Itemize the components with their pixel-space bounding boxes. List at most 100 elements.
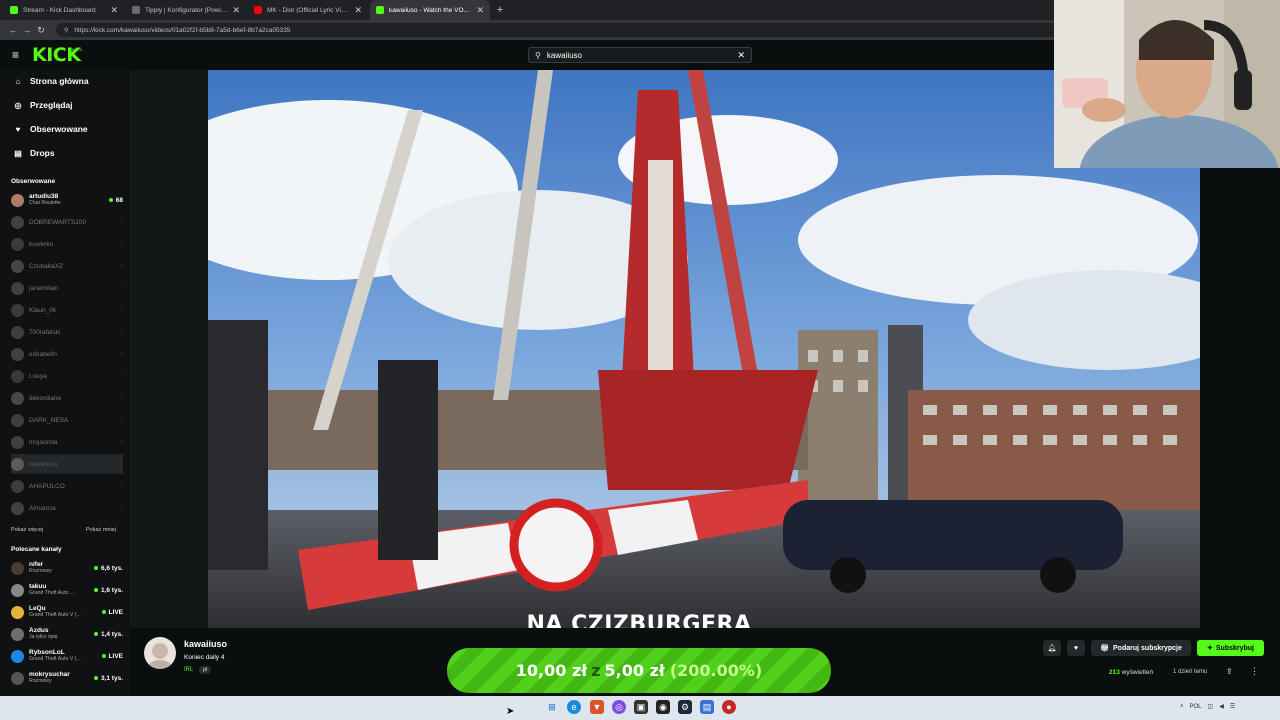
tab-favicon-icon — [254, 6, 262, 14]
share-icon[interactable]: ⇪ — [1226, 667, 1233, 676]
channel-name: Loeya — [29, 372, 47, 380]
followed-channel[interactable]: Loeya ◌ — [11, 366, 123, 386]
close-tab-icon[interactable]: ✕ — [110, 5, 118, 16]
search-input[interactable]: ⚲ kawaiiuso ✕ — [528, 47, 752, 63]
url-field[interactable]: ⚲ https://kick.com/kawaiiuso/videos/01a02… — [56, 23, 1096, 37]
offline-icon: ◌ — [119, 285, 123, 291]
sidebar-nav-item[interactable]: ▤ Drops — [12, 148, 54, 158]
network-icon[interactable]: ◫ — [1208, 703, 1214, 710]
channel-name: Aimancia — [29, 504, 56, 512]
recommended-channel[interactable]: RybsonLoL Grand Theft Auto V (... LIVE — [11, 646, 123, 666]
show-less-link[interactable]: Pokaż mniej — [86, 527, 116, 533]
followed-channel[interactable]: janemilian ◌ — [11, 278, 123, 298]
sidebar-nav-item[interactable]: ♥ Obserwowane — [12, 124, 88, 134]
browser-tab[interactable]: kawaiiuso - Watch the VOD o ✕ — [370, 0, 490, 20]
channel-avatar — [11, 369, 24, 383]
site-info-icon[interactable]: ⚲ — [64, 27, 68, 34]
language-indicator[interactable]: POL — [1190, 704, 1202, 710]
gift-subscriptions-button[interactable]: 🎁︎ Podaruj subskrypcje — [1091, 640, 1191, 656]
offline-indicator: ◌ — [119, 505, 123, 511]
channel-name: nifer — [29, 561, 44, 568]
chrome-icon[interactable]: ● — [722, 700, 736, 714]
channel-category: Rozmowy — [29, 678, 52, 684]
tab-title: Stream - Kick Dashboard — [23, 6, 96, 14]
channel-name: mokrysuchar — [29, 671, 70, 678]
channel-avatar — [11, 281, 24, 295]
followed-channel[interactable]: DOBREWARTS100 ◌ — [11, 212, 123, 232]
channel-name: artudiu38 — [29, 193, 59, 200]
close-tab-icon[interactable]: ✕ — [232, 5, 240, 16]
category-link[interactable]: IRL — [184, 667, 193, 673]
followed-channel[interactable]: kawaiiuso ◌ — [11, 454, 123, 474]
goal-separator: z — [591, 661, 601, 680]
follow-heart-icon[interactable]: ♥ — [1067, 640, 1085, 656]
followed-channel[interactable]: DARK_NESA ◌ — [11, 410, 123, 430]
followed-channel[interactable]: Klaun_0k ◌ — [11, 300, 123, 320]
obs-icon[interactable]: ◉ — [656, 700, 670, 714]
channel-name[interactable]: kawaiiuso — [184, 639, 227, 649]
live-dot-icon — [93, 588, 98, 592]
recommended-channel[interactable]: takuu Grand Theft Auto ... 1,6 tys. — [11, 580, 123, 600]
followed-channel[interactable]: CzubakaXZ ◌ — [11, 256, 123, 276]
channel-avatar — [11, 215, 24, 229]
channel-avatar[interactable] — [144, 637, 176, 669]
sidebar-nav-item[interactable]: ⌂ Strona główna — [12, 76, 89, 86]
new-tab-icon[interactable]: + — [492, 0, 508, 20]
offline-indicator: ◌ — [119, 373, 123, 379]
close-tab-icon[interactable]: ✕ — [476, 5, 484, 16]
channel-avatar — [11, 391, 24, 405]
bell-icon[interactable]: 🔔︎ — [1043, 640, 1061, 656]
chevron-up-icon[interactable]: ˄ — [1180, 704, 1184, 710]
back-icon[interactable]: ← — [6, 25, 20, 35]
browser-tab[interactable]: Tipply | Konfigurator (Powiadomi✕ — [126, 0, 246, 20]
notifications-icon[interactable]: ☰ — [1230, 703, 1235, 710]
show-more-link[interactable]: Pokaż więcej — [11, 527, 43, 533]
channel-text: AHAPULCO — [29, 483, 119, 490]
channel-name: 700rafalski — [29, 328, 61, 336]
views-count: 213 wyświetleń — [1109, 669, 1153, 676]
close-tab-icon[interactable]: ✕ — [354, 5, 362, 16]
followed-channel[interactable]: 700rafalski ◌ — [11, 322, 123, 342]
offline-indicator: ◌ — [119, 219, 123, 225]
volume-icon[interactable]: ◀ — [1219, 703, 1224, 710]
followed-channel[interactable]: kuwerku ◌ — [11, 234, 123, 254]
followed-channel[interactable]: dekordiane ◌ — [11, 388, 123, 408]
steam-icon[interactable]: ⚙ — [678, 700, 692, 714]
reload-icon[interactable]: ↻ — [34, 25, 48, 36]
viewer-count: 1,6 tys. — [100, 586, 123, 594]
offline-indicator: ◌ — [119, 395, 123, 401]
goal-percent: (200.00%) — [669, 661, 763, 680]
subscribe-button[interactable]: ✦ Subskrybuj — [1197, 640, 1264, 656]
recommended-channel[interactable]: nifer Rozmowy 6,6 tys. — [11, 558, 123, 578]
recommended-channel[interactable]: mokrysuchar Rozmowy 3,1 tys. — [11, 668, 123, 688]
live-dot-icon — [93, 566, 98, 570]
edge-icon[interactable]: e — [567, 700, 581, 714]
browser-tab[interactable]: Stream - Kick Dashboard ✕ — [4, 0, 124, 20]
sidebar-nav-item[interactable]: ◎ Przeglądaj — [12, 100, 73, 110]
files-icon[interactable]: ▤ — [700, 700, 714, 714]
live-dot-icon — [93, 676, 98, 680]
windows-start-icon[interactable]: ⊞ — [545, 700, 559, 714]
brave-icon[interactable]: ▼ — [590, 700, 604, 714]
forward-icon[interactable]: → — [20, 25, 34, 35]
followed-section-title: Obserwowane — [11, 178, 56, 185]
logo-badge: BETA — [72, 47, 83, 52]
offline-icon: ◌ — [119, 263, 123, 269]
viewer-count-wrap: 3,1 tys. — [93, 675, 123, 682]
followed-channel[interactable]: AHAPULCO ◌ — [11, 476, 123, 496]
followed-channel[interactable]: mojoonda ◌ — [11, 432, 123, 452]
more-options-icon[interactable]: ⋮ — [1250, 666, 1259, 677]
channel-name: janemilian — [29, 284, 59, 292]
url-text: https://kick.com/kawaiiuso/videos/01a02f… — [74, 26, 291, 34]
recommended-channel[interactable]: Azdus Ja tylko śpię 1,4 tys. — [11, 624, 123, 644]
followed-channel[interactable]: erikabelin ◌ — [11, 344, 123, 364]
followed-channel[interactable]: Aimancia ◌ — [11, 498, 123, 518]
video-player[interactable] — [208, 70, 1200, 628]
browser-tab[interactable]: MK - Dior (Official Lyric Video) ft. ✕ — [248, 0, 368, 20]
menu-icon[interactable]: ≡ — [12, 48, 19, 62]
clear-search-icon[interactable]: ✕ — [737, 50, 745, 61]
followed-channel[interactable]: artudiu38 Chat Roulette 68 — [11, 190, 123, 210]
app-icon[interactable]: ▣ — [634, 700, 648, 714]
recommended-channel[interactable]: LeQu Grand Theft Auto V (... LIVE — [11, 602, 123, 622]
messenger-icon[interactable]: ◎ — [612, 700, 626, 714]
